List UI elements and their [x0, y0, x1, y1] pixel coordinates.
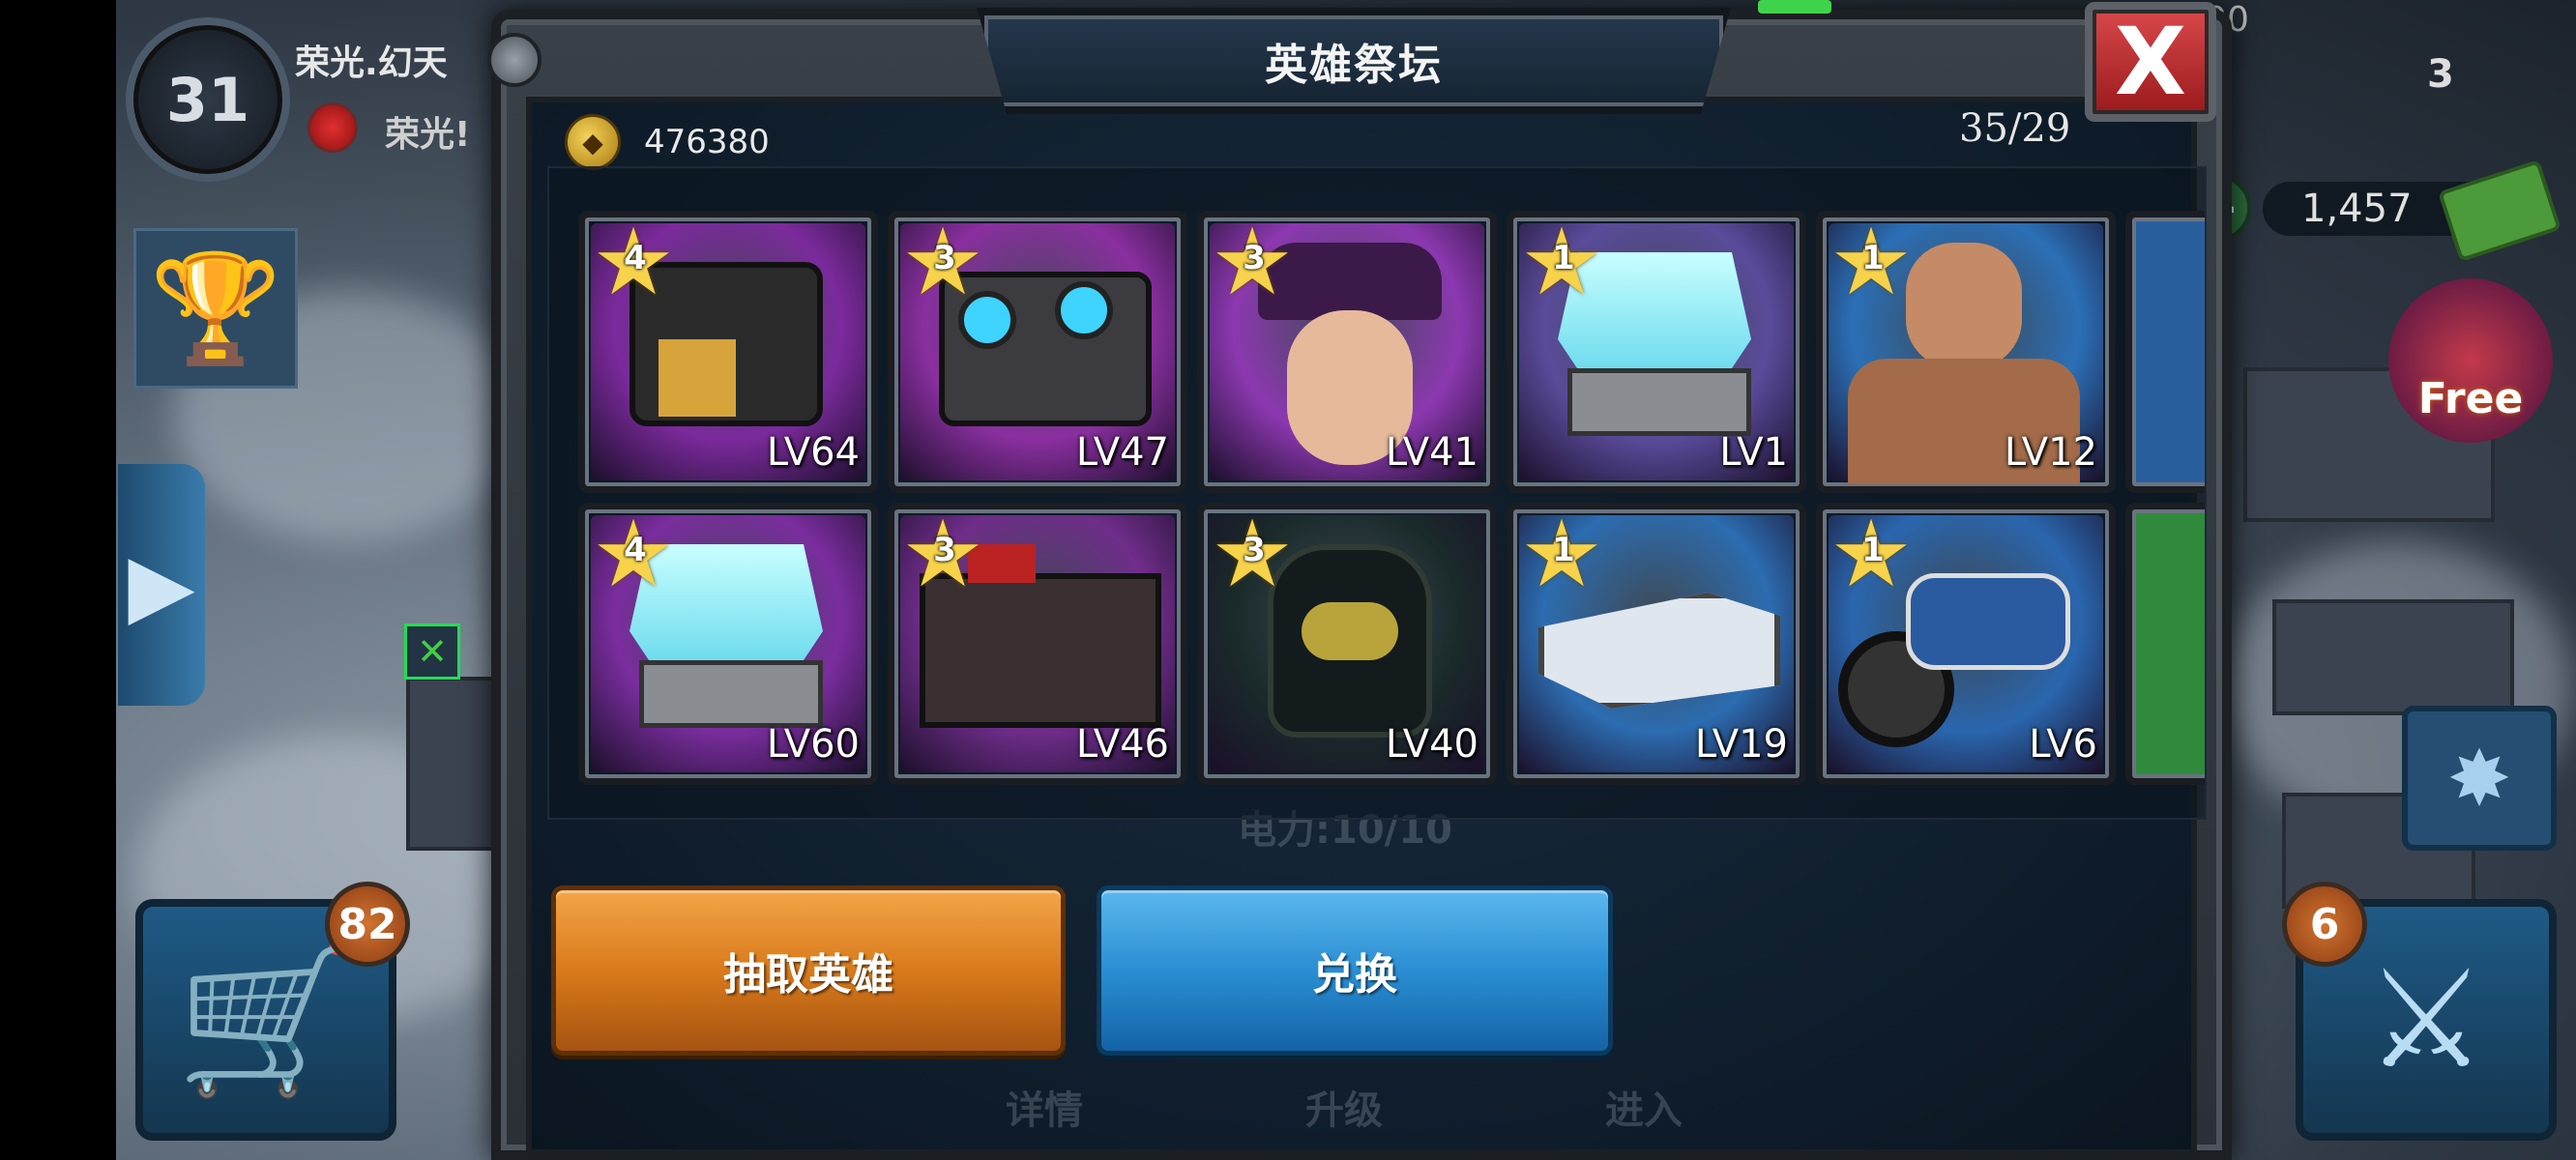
exchange-button[interactable]: 兑换 — [1097, 885, 1613, 1056]
hero-level: LV47 — [1075, 430, 1169, 475]
close-button[interactable]: X — [2085, 2, 2216, 122]
gift-icon[interactable]: Free — [2388, 278, 2553, 443]
hero-card[interactable]: ★ 1 LV12 — [1816, 211, 2116, 493]
resource-small-value: 3 — [2427, 52, 2454, 97]
hero-star-count: 3 — [1243, 239, 1266, 277]
hero-level: LV1 — [1719, 430, 1788, 475]
hero-card-partial[interactable] — [2125, 503, 2205, 785]
dialog-title-plate: 英雄祭坛 — [977, 8, 1731, 114]
hero-art-shape — [1055, 281, 1113, 339]
draw-hero-label: 抽取英雄 — [723, 950, 893, 1000]
hero-level: LV12 — [2004, 430, 2097, 475]
screen-edge — [0, 0, 116, 1160]
hero-level: LV60 — [766, 722, 860, 767]
expand-arrow-icon[interactable]: ▶ — [118, 464, 205, 706]
hero-card[interactable]: ★ 1 LV1 — [1507, 211, 1806, 493]
status-light — [1758, 0, 1831, 14]
hero-star-count: 1 — [1552, 531, 1575, 569]
hero-star-count: 3 — [933, 239, 956, 277]
attack-count-badge: 6 — [2282, 882, 2367, 967]
hero-card[interactable]: ★ 3 LV40 — [1197, 503, 1497, 785]
hero-art-shape — [1906, 573, 2070, 670]
hero-card[interactable]: ★ 1 LV6 — [1816, 503, 2116, 785]
hero-level: LV19 — [1694, 722, 1788, 767]
shop-count-badge: 82 — [325, 882, 410, 967]
hero-coin-icon: ◆ — [565, 114, 621, 170]
currency-row: ◆ 476380 — [565, 114, 770, 170]
hero-card[interactable]: ★ 3 LV46 — [888, 503, 1187, 785]
hero-grid[interactable]: ★ 4 LV64 ★ 3 LV47 ★ 3 LV41 ★ 1 LV1 ★ 1 LV12 ★ 4 LV60 ★ 3 LV4… — [547, 166, 2207, 820]
hero-card[interactable]: ★ 3 LV47 — [888, 211, 1187, 493]
hero-art-shape — [1567, 368, 1751, 436]
hero-art-shape — [1538, 593, 1780, 709]
hero-card[interactable]: ★ 4 LV60 — [578, 503, 878, 785]
hero-star-count: 3 — [933, 531, 956, 569]
hero-star-count: 3 — [1243, 531, 1266, 569]
player-level-badge[interactable]: 31 — [126, 17, 290, 182]
hero-star-count: 4 — [624, 239, 647, 277]
hero-star-count: 4 — [624, 531, 647, 569]
player-name: 荣光.幻天 — [295, 44, 448, 83]
hero-art-shape — [1906, 243, 2022, 368]
hero-level: LV6 — [2029, 722, 2097, 767]
trophy-icon[interactable]: 🏆 — [133, 228, 298, 389]
hero-card[interactable]: ★ 3 LV41 — [1197, 211, 1497, 493]
hero-card[interactable]: ★ 4 LV64 — [578, 211, 878, 493]
hero-art-shape — [639, 660, 823, 728]
hero-card[interactable]: ★ 1 LV19 — [1507, 503, 1806, 785]
bolt-decoration — [487, 33, 542, 87]
hero-level: LV46 — [1075, 722, 1169, 767]
draw-hero-button[interactable]: 抽取英雄 — [551, 885, 1066, 1056]
hero-level: LV64 — [766, 430, 860, 475]
hero-card-partial[interactable] — [2125, 211, 2205, 493]
hero-level: LV40 — [1385, 722, 1478, 767]
skill-button[interactable]: ✸ — [2402, 706, 2557, 851]
currency-amount: 476380 — [644, 123, 770, 161]
background-details-text: 详情 — [1006, 1088, 1083, 1133]
background-upgrade-text: 升级 — [1305, 1088, 1383, 1133]
hero-star-count: 1 — [1552, 239, 1575, 277]
gift-label: Free — [2417, 374, 2524, 423]
radar-icon[interactable]: ✕ — [404, 624, 460, 680]
close-icon: X — [2114, 8, 2186, 116]
hero-art-shape — [659, 339, 736, 417]
hero-art-shape — [1302, 602, 1398, 660]
exchange-label: 兑换 — [1312, 950, 1397, 1000]
background-enter-text: 进入 — [1605, 1088, 1683, 1133]
hero-star-count: 1 — [1861, 531, 1885, 569]
hero-star-count: 1 — [1861, 239, 1885, 277]
flag-icon — [307, 102, 358, 153]
dialog-title: 英雄祭坛 — [1265, 41, 1443, 90]
hero-count: 35/29 — [1959, 106, 2071, 151]
hero-level: LV41 — [1385, 430, 1478, 475]
guild-name: 荣光! — [385, 115, 471, 155]
